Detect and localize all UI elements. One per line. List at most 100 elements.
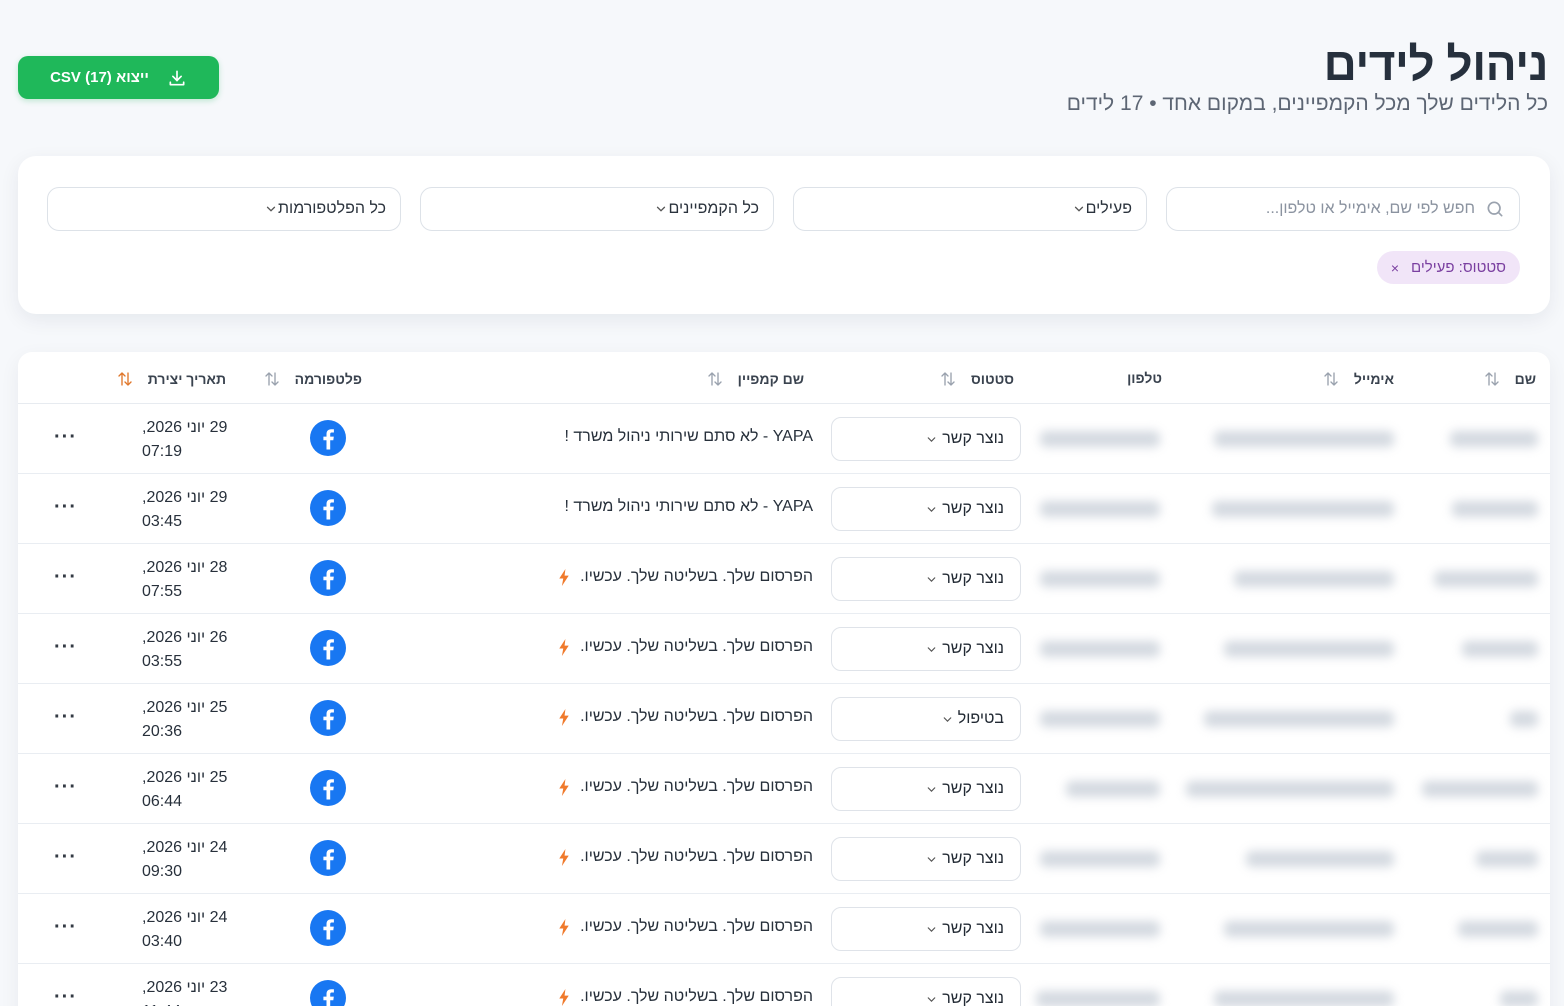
facebook-icon — [310, 980, 346, 1006]
campaign-filter-value: כל הקמפיינים — [668, 200, 759, 217]
table-row[interactable]: נוצר קשר הפרסום שלך. בשליטה שלך. עכשיו. 24… — [18, 824, 1550, 894]
page-header: ניהול לידים כל הלידים שלך מכל הקמפיינים,… — [16, 38, 1549, 118]
bolt-icon — [558, 918, 570, 936]
bolt-icon — [558, 638, 570, 656]
lead-status-select[interactable]: נוצר קשר — [831, 767, 1021, 811]
column-header-label: שם קמפיין — [737, 371, 804, 387]
row-more-options-icon[interactable]: ··· — [54, 636, 77, 659]
table-header: שם אימייל טלפון סטטוס שם קמפיין פלטפורמה… — [18, 352, 1550, 404]
lead-status-value: נוצר קשר — [942, 850, 1004, 867]
created-date-day: 28 יוני 2026, — [142, 559, 228, 576]
chevron-down-icon — [925, 993, 942, 1006]
search-input[interactable]: חפש לפי שם, אימייל או טלפון... — [1166, 187, 1520, 231]
status-filter-value: פעילים — [1085, 200, 1132, 217]
lead-name-redacted — [1450, 431, 1538, 447]
chevron-down-icon — [925, 433, 942, 446]
table-row[interactable]: נוצר קשר הפרסום שלך. בשליטה שלך. עכשיו. 25… — [18, 754, 1550, 824]
column-header-campaign[interactable]: שם קמפיין — [706, 370, 804, 388]
campaign-name: הפרסום שלך. בשליטה שלך. עכשיו. — [558, 988, 813, 1006]
created-date-day: 26 יוני 2026, — [142, 629, 228, 646]
table-row[interactable]: נוצר קשר YAPA - לא סתם שירותי ניהול משרד … — [18, 474, 1550, 544]
lead-status-select[interactable]: נוצר קשר — [831, 907, 1021, 951]
table-row[interactable]: נוצר קשר הפרסום שלך. בשליטה שלך. עכשיו. 23… — [18, 964, 1550, 1006]
lead-status-select[interactable]: נוצר קשר — [831, 557, 1021, 601]
table-row[interactable]: נוצר קשר הפרסום שלך. בשליטה שלך. עכשיו. 24… — [18, 894, 1550, 964]
column-header-created[interactable]: תאריך יצירת — [116, 370, 226, 388]
row-more-options-icon[interactable]: ··· — [54, 986, 77, 1006]
export-csv-button[interactable]: ייצוא (17) CSV — [18, 56, 219, 99]
lead-name-redacted — [1422, 781, 1538, 797]
created-date-day: 24 יוני 2026, — [142, 909, 228, 926]
facebook-icon — [310, 910, 346, 946]
search-icon — [1487, 201, 1503, 217]
row-more-options-icon[interactable]: ··· — [54, 916, 77, 939]
lead-email-redacted — [1186, 781, 1394, 797]
lead-status-select[interactable]: נוצר קשר — [831, 627, 1021, 671]
column-header-email[interactable]: אימייל — [1322, 370, 1394, 388]
row-more-options-icon[interactable]: ··· — [54, 776, 77, 799]
campaign-name: YAPA - לא סתם שירותי ניהול משרד ! — [565, 498, 813, 516]
campaign-name-text: YAPA - לא סתם שירותי ניהול משרד ! — [564, 498, 813, 515]
row-more-options-icon[interactable]: ··· — [54, 496, 77, 519]
row-more-options-icon[interactable]: ··· — [54, 706, 77, 729]
lead-status-select[interactable]: בטיפול — [831, 697, 1021, 741]
campaign-filter-select[interactable]: כל הקמפיינים — [420, 187, 774, 231]
row-more-options-icon[interactable]: ··· — [54, 566, 77, 589]
sort-icon — [1324, 372, 1338, 386]
created-date-time: 03:40 — [142, 933, 183, 950]
created-date: 23 יוני 2026, 11:44 — [142, 976, 252, 1006]
lead-phone-redacted — [1040, 571, 1160, 587]
chevron-down-icon — [925, 573, 942, 586]
created-date: 26 יוני 2026, 03:55 — [142, 626, 252, 674]
sort-active-icon — [118, 372, 132, 386]
bolt-icon — [558, 708, 570, 726]
chevron-down-icon — [1074, 206, 1083, 212]
lead-phone-redacted — [1040, 641, 1160, 657]
created-date-time: 20:36 — [142, 723, 183, 740]
chevron-down-icon — [925, 503, 942, 516]
lead-status-value: נוצר קשר — [942, 990, 1004, 1006]
lead-email-redacted — [1224, 921, 1394, 937]
platform-filter-select[interactable]: כל הפלטפורמות — [47, 187, 401, 231]
chevron-down-icon — [925, 783, 942, 796]
table-row[interactable]: נוצר קשר הפרסום שלך. בשליטה שלך. עכשיו. 26… — [18, 614, 1550, 684]
table-row[interactable]: בטיפול הפרסום שלך. בשליטה שלך. עכשיו. 25 י… — [18, 684, 1550, 754]
created-date-day: 24 יוני 2026, — [142, 839, 228, 856]
chevron-down-icon — [925, 853, 942, 866]
lead-name-redacted — [1510, 711, 1538, 727]
facebook-icon — [310, 700, 346, 736]
lead-email-redacted — [1234, 571, 1394, 587]
lead-status-select[interactable]: נוצר קשר — [831, 977, 1021, 1006]
campaign-name-text: YAPA - לא סתם שירותי ניהול משרד ! — [564, 428, 813, 445]
lead-status-select[interactable]: נוצר קשר — [831, 837, 1021, 881]
lead-status-value: נוצר קשר — [942, 920, 1004, 937]
close-icon[interactable]: × — [1391, 260, 1399, 276]
lead-name-redacted — [1462, 641, 1538, 657]
campaign-name: YAPA - לא סתם שירותי ניהול משרד ! — [565, 428, 813, 446]
campaign-name: הפרסום שלך. בשליטה שלך. עכשיו. — [558, 708, 813, 726]
row-more-options-icon[interactable]: ··· — [54, 846, 77, 869]
created-date-day: 23 יוני 2026, — [142, 979, 228, 996]
column-header-status[interactable]: סטטוס — [939, 370, 1014, 388]
lead-phone-redacted — [1040, 431, 1160, 447]
lead-status-select[interactable]: נוצר קשר — [831, 417, 1021, 461]
status-filter-select[interactable]: פעילים — [793, 187, 1147, 231]
created-date: 29 יוני 2026, 03:45 — [142, 486, 252, 534]
lead-email-redacted — [1214, 991, 1394, 1006]
table-row[interactable]: נוצר קשר הפרסום שלך. בשליטה שלך. עכשיו. 28… — [18, 544, 1550, 614]
chevron-down-icon — [941, 713, 958, 726]
campaign-name-text: הפרסום שלך. בשליטה שלך. עכשיו. — [580, 708, 813, 725]
table-row[interactable]: נוצר קשר YAPA - לא סתם שירותי ניהול משרד … — [18, 404, 1550, 474]
chip-label: סטטוס: פעילים — [1411, 259, 1506, 276]
lead-name-redacted — [1434, 571, 1538, 587]
row-more-options-icon[interactable]: ··· — [54, 426, 77, 449]
column-header-name[interactable]: שם — [1483, 370, 1536, 388]
sort-icon — [941, 372, 955, 386]
created-date-day: 25 יוני 2026, — [142, 699, 228, 716]
chevron-down-icon — [657, 206, 666, 212]
lead-status-select[interactable]: נוצר קשר — [831, 487, 1021, 531]
created-date-time: 07:55 — [142, 583, 183, 600]
lead-status-value: נוצר קשר — [942, 430, 1004, 447]
column-header-platform[interactable]: פלטפורמה — [263, 370, 362, 388]
sort-icon — [264, 372, 279, 386]
